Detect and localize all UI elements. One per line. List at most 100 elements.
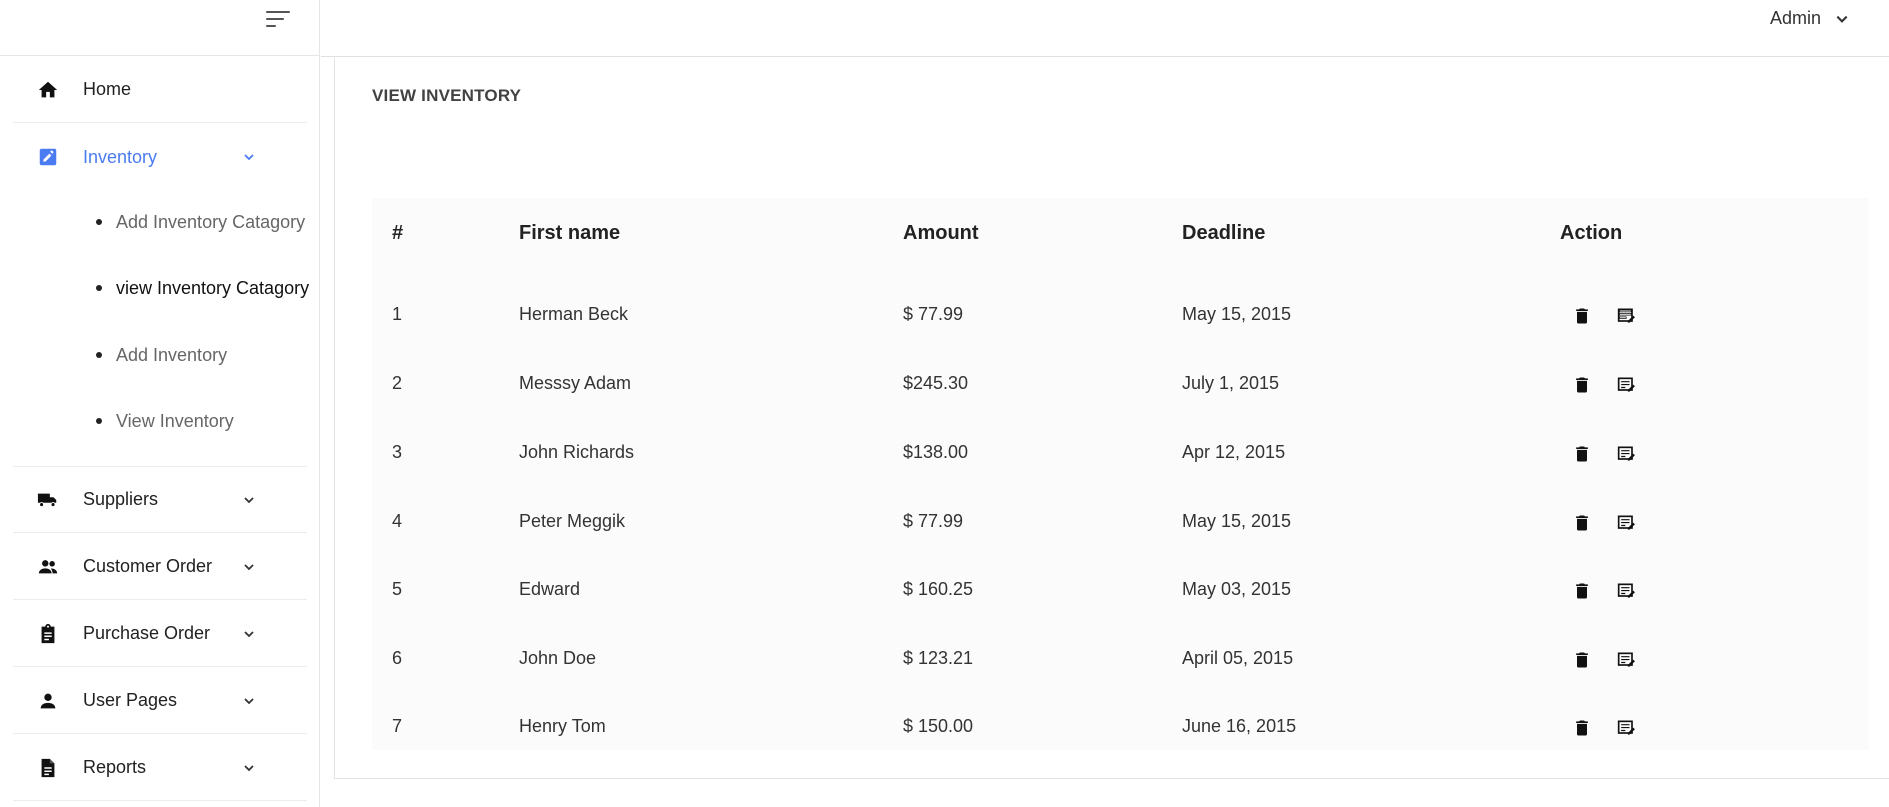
sidebar-item-home[interactable]: Home	[13, 57, 307, 123]
cell-first-name: Herman Beck	[519, 304, 629, 324]
edit-note-icon[interactable]	[1617, 513, 1637, 533]
table-row: 6 John Doe $ 123.21 April 05, 2015	[372, 626, 1869, 695]
chevron-down-icon	[244, 497, 254, 504]
cell-number: 6	[392, 648, 403, 668]
cell-amount: $ 150.00	[903, 716, 974, 736]
table-row: 3 John Richards $138.00 Apr 12, 2015	[372, 420, 1869, 489]
cell-deadline: Apr 12, 2015	[1182, 442, 1286, 462]
home-icon	[38, 81, 58, 98]
table-header-amount: Amount	[903, 222, 979, 244]
cell-amount: $ 77.99	[903, 304, 964, 324]
bullet-icon	[96, 285, 102, 291]
sidebar-item-inventory[interactable]: Inventory	[13, 124, 307, 190]
sidebar-item-label: Customer Order	[83, 556, 213, 576]
user-name: Admin	[1769, 8, 1821, 28]
cell-first-name: Henry Tom	[519, 716, 606, 736]
bullet-icon	[96, 219, 102, 225]
cell-amount: $138.00	[903, 442, 969, 462]
delete-icon[interactable]	[1572, 306, 1592, 326]
sidebar-subitem-label: view Inventory Catagory	[116, 277, 310, 298]
sidebar-subitem-add-inventory[interactable]: Add Inventory	[96, 340, 227, 370]
table-row: 1 Herman Beck $ 77.99 May 15, 2015	[372, 282, 1869, 351]
edit-note-icon[interactable]	[1617, 306, 1637, 326]
chevron-down-icon	[244, 765, 254, 772]
delete-icon[interactable]	[1572, 650, 1592, 670]
edit-square-icon	[39, 148, 57, 166]
delete-icon[interactable]	[1572, 444, 1592, 464]
cell-deadline: May 15, 2015	[1182, 304, 1292, 324]
cell-amount: $ 77.99	[903, 511, 964, 531]
cell-first-name: John Doe	[519, 648, 597, 668]
cell-first-name: Edward	[519, 579, 581, 599]
document-icon	[41, 758, 55, 778]
edit-note-icon[interactable]	[1617, 375, 1637, 395]
sidebar-item-label: Suppliers	[83, 489, 159, 509]
sidebar-item-suppliers[interactable]: Suppliers	[13, 467, 307, 533]
menu-toggle-icon[interactable]	[266, 9, 292, 33]
cell-number: 3	[392, 442, 403, 462]
cell-number: 2	[392, 373, 403, 393]
sidebar-subitem-label: View Inventory	[116, 410, 234, 431]
delete-icon[interactable]	[1572, 581, 1592, 601]
cell-number: 4	[392, 511, 403, 531]
table-header-number: #	[392, 222, 404, 244]
top-bar: Admin	[321, 0, 1889, 57]
edit-note-icon[interactable]	[1617, 718, 1637, 738]
chevron-down-icon	[244, 698, 254, 705]
sidebar-subitem-label: Add Inventory Catagory	[116, 211, 306, 232]
delete-icon[interactable]	[1572, 718, 1592, 738]
table-row: 2 Messsy Adam $245.30 July 1, 2015	[372, 351, 1869, 420]
cell-deadline: May 15, 2015	[1182, 511, 1292, 531]
edit-note-icon[interactable]	[1617, 444, 1637, 464]
sidebar-item-label: Purchase Order	[83, 623, 211, 643]
edit-note-icon[interactable]	[1617, 650, 1637, 670]
chevron-down-icon	[244, 564, 254, 571]
chevron-down-icon	[1836, 15, 1848, 23]
table-header-action: Action	[1560, 222, 1623, 244]
cell-first-name: Peter Meggik	[519, 511, 626, 531]
bullet-icon	[96, 352, 102, 358]
cell-number: 1	[392, 304, 403, 324]
user-menu-button[interactable]: Admin	[1770, 8, 1849, 29]
cell-number: 7	[392, 716, 403, 736]
sidebar-subitem-view-inventory[interactable]: View Inventory	[96, 406, 234, 436]
sidebar: Home Inventory Add Inventory Catagory vi…	[0, 0, 320, 807]
table-header-first-name: First name	[519, 222, 621, 244]
cell-deadline: June 16, 2015	[1182, 716, 1297, 736]
sidebar-item-label: Reports	[83, 757, 147, 777]
chevron-down-icon	[244, 631, 254, 638]
table-row: 4 Peter Meggik $ 77.99 May 15, 2015	[372, 489, 1869, 558]
cell-number: 5	[392, 579, 403, 599]
delete-icon[interactable]	[1572, 375, 1592, 395]
sidebar-item-user-pages[interactable]: User Pages	[13, 668, 307, 734]
edit-note-icon[interactable]	[1617, 581, 1637, 601]
cell-amount: $ 160.25	[903, 579, 974, 599]
cell-first-name: Messsy Adam	[519, 373, 632, 393]
cell-deadline: April 05, 2015	[1182, 648, 1294, 668]
table-row: 7 Henry Tom $ 150.00 June 16, 2015	[372, 694, 1869, 763]
bullet-icon	[96, 418, 102, 424]
cell-first-name: John Richards	[519, 442, 635, 462]
chevron-down-icon	[244, 154, 254, 161]
clipboard-icon	[41, 623, 55, 644]
sidebar-header	[0, 0, 319, 56]
sidebar-subitem-label: Add Inventory	[116, 344, 228, 365]
cell-deadline: July 1, 2015	[1182, 373, 1280, 393]
page-title: VIEW INVENTORY	[372, 86, 522, 105]
people-icon	[38, 560, 58, 574]
table-row: 5 Edward $ 160.25 May 03, 2015	[372, 557, 1869, 626]
delete-icon[interactable]	[1572, 513, 1592, 533]
sidebar-subitem-view-inventory-catagory[interactable]: view Inventory Catagory	[96, 273, 309, 303]
sidebar-item-label: User Pages	[83, 690, 178, 710]
table-header-deadline: Deadline	[1182, 222, 1266, 244]
sidebar-item-label: Inventory	[83, 146, 158, 167]
sidebar-item-label: Home	[83, 79, 132, 99]
sidebar-item-customer-order[interactable]: Customer Order	[13, 534, 307, 600]
cell-amount: $245.30	[903, 373, 969, 393]
sidebar-item-reports[interactable]: Reports	[13, 735, 307, 801]
sidebar-item-purchase-order[interactable]: Purchase Order	[13, 601, 307, 667]
sidebar-subitem-add-inventory-catagory[interactable]: Add Inventory Catagory	[96, 207, 305, 237]
truck-icon	[37, 493, 57, 508]
person-icon	[40, 693, 56, 709]
cell-amount: $ 123.21	[903, 648, 974, 668]
